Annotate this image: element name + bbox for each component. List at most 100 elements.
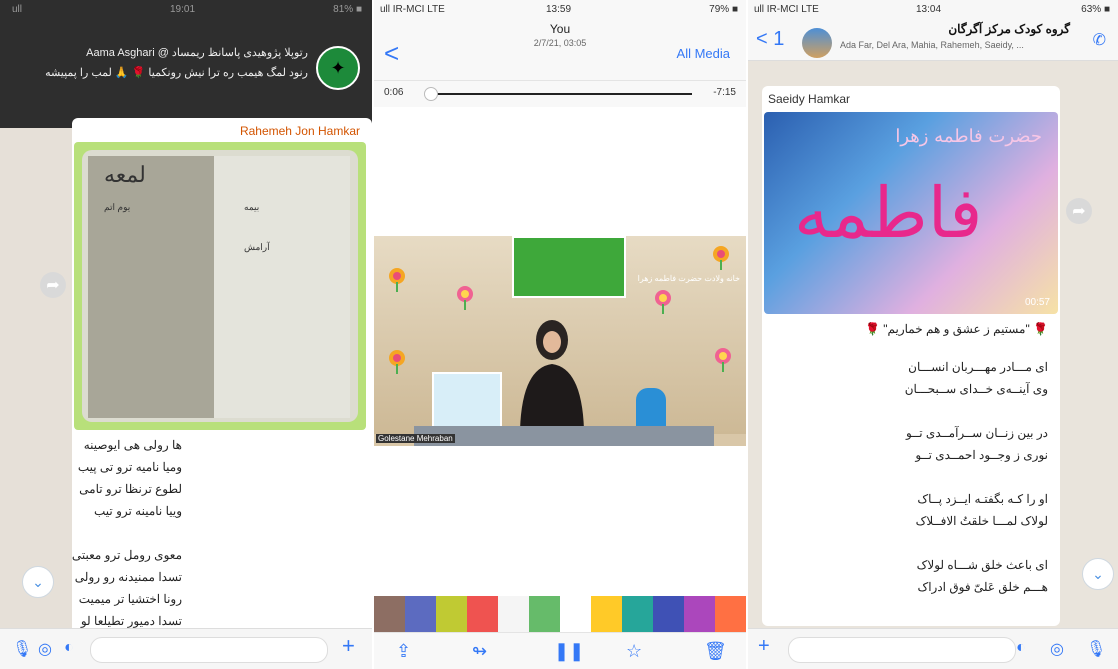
poem-line: هـــم خلق عَلیّ فوق ادراک	[917, 580, 1048, 594]
thumbnail[interactable]	[653, 596, 684, 632]
status-battery: 79% ■	[709, 4, 738, 15]
thumbnail[interactable]	[622, 596, 653, 632]
status-time: 13:59	[546, 4, 572, 15]
sender-name[interactable]: Saeidy Hamkar	[768, 92, 850, 106]
flower-icon	[389, 268, 405, 292]
status-signal: ull IR-MCI LTE	[754, 4, 819, 15]
notification-line-2: رنود لمگ هیمب ره ترا نیش رونکمیا 🌹 🙏 لمب…	[45, 67, 308, 79]
video-caption: Golestane Mehraban	[376, 434, 455, 443]
poem-line: لطوع ترنظا ترو تامی	[79, 482, 182, 496]
status-time: 19:01	[170, 4, 196, 15]
video-channel-tag: خانه ولادت حضرت فاطمه زهرا	[637, 274, 740, 283]
thumbnail[interactable]	[374, 596, 405, 632]
presenter-figure	[520, 320, 584, 430]
elapsed-time: 0:06	[384, 87, 404, 98]
poem-line: 🌹 "مستیم ز عشق و هم خماریم" 🌹	[864, 322, 1048, 336]
status-time: 13:04	[916, 4, 942, 15]
video-scrubber[interactable]: 0:06 -7:15	[374, 80, 746, 107]
media-viewer-panel: ull IR-MCI LTE 13:59 79% ■ < You 2/7/21,…	[374, 0, 746, 669]
forward-icon[interactable]: ➦	[40, 272, 66, 298]
poster-text: یوم اتم	[104, 202, 131, 212]
scrubber-knob[interactable]	[424, 87, 438, 101]
pause-icon[interactable]: ❚❚	[554, 641, 584, 662]
all-media-button[interactable]: All Media	[677, 46, 730, 61]
camera-icon[interactable]: ◎	[1050, 639, 1064, 659]
trash-icon[interactable]: 🗑	[704, 641, 727, 662]
poem-line: معوی رومل ترو معبتی	[71, 548, 182, 562]
flower-icon	[715, 348, 731, 372]
poem-line: نوری ز وجــود احمــدی تــو	[915, 448, 1048, 462]
message-input[interactable]	[788, 637, 1016, 663]
sender-name[interactable]: Rahemeh Jon Hamkar	[240, 124, 360, 138]
poster-calligraphy: فاطمه	[794, 172, 983, 254]
flower-icon	[457, 286, 473, 310]
thumbnail[interactable]	[436, 596, 467, 632]
poem-line: وییا نامینه ترو تیب	[93, 504, 182, 518]
thumbnail[interactable]	[560, 596, 591, 632]
chat-panel-left: ull 19:01 81% ■ ✦ Aama Asghari @ رتوپلا …	[0, 0, 372, 669]
sticker-icon[interactable]: ◐	[64, 639, 74, 657]
video-frame[interactable]: خانه ولادت حضرت فاطمه زهرا Golestane Meh…	[374, 236, 746, 446]
thumbnail[interactable]	[405, 596, 436, 632]
poem-line: تسدا ممنیدنه رو رولی	[74, 570, 182, 584]
media-header: ull IR-MCI LTE 13:59 79% ■ < You 2/7/21,…	[374, 0, 746, 80]
thumbnail[interactable]	[684, 596, 715, 632]
notification-line-1: Aama Asghari @ رتوپلا پژوهیدی پاسانظ ریم…	[86, 47, 308, 59]
thumbnail[interactable]	[591, 596, 622, 632]
share-icon[interactable]: ⇪	[396, 641, 411, 662]
forward-icon[interactable]: ➦	[1066, 198, 1092, 224]
video-table	[414, 426, 714, 446]
chat-header: ull IR-MCI LTE 13:04 63% ■ < 1 گروه کودک…	[748, 0, 1118, 61]
poem-line: ای باعث خلق شـــاه لولاک	[916, 558, 1048, 572]
poem-line: رونا اختشیا تر میمیت	[78, 592, 182, 606]
flower-icon	[389, 350, 405, 374]
plus-icon[interactable]: +	[758, 635, 770, 658]
camera-icon[interactable]: ◎	[38, 639, 52, 659]
media-toolbar: ⇪ ↬ ❚❚ ☆ 🗑	[374, 632, 746, 669]
group-members: Ada Far, Del Ara, Mahia, Rahemeh, Saeidy…	[840, 40, 1024, 50]
video-duration: 00:57	[1024, 297, 1050, 308]
poem-line: تسدا دمیور تطیلعا لو	[80, 614, 182, 628]
poem-line: او را کـه بگفتـه ایــزد پــاک	[917, 492, 1048, 506]
notification-avatar: ✦	[316, 46, 360, 90]
plus-icon[interactable]: +	[342, 633, 355, 659]
poem-line: لولاک لمـــا خلقتُ الافــلاک	[915, 514, 1048, 528]
status-signal: ull IR-MCI LTE	[380, 4, 445, 15]
flower-icon	[655, 290, 671, 314]
status-battery: 63% ■	[1081, 4, 1110, 15]
sticker-icon[interactable]: ◐	[1016, 639, 1026, 657]
poster-header: حضرت فاطمه زهرا	[895, 126, 1042, 147]
add-call-icon[interactable]: ✆	[1093, 30, 1106, 50]
scroll-down-icon[interactable]: ⌄	[1082, 558, 1114, 590]
video-attachment[interactable]: حضرت فاطمه زهرا فاطمه 00:57	[764, 112, 1058, 314]
mic-icon[interactable]: 🎙	[1086, 639, 1106, 659]
thumbnail[interactable]	[529, 596, 560, 632]
scroll-down-icon[interactable]: ⌄	[22, 566, 54, 598]
media-title: You	[549, 22, 571, 36]
input-bar: + ◐ ◎ 🎙	[748, 628, 1118, 669]
poster-text: آرامش	[244, 242, 270, 252]
thumbnail[interactable]	[498, 596, 529, 632]
message-input[interactable]	[90, 637, 328, 663]
chat-panel-right: ull IR-MCI LTE 13:04 63% ■ < 1 گروه کودک…	[748, 0, 1118, 669]
group-title[interactable]: گروه کودک مرکز آگرگان	[840, 22, 1070, 36]
flower-icon	[713, 246, 729, 270]
mic-icon[interactable]: 🎙	[12, 639, 32, 659]
image-attachment[interactable]: لمعه یوم اتم بیمه آرامش	[74, 142, 366, 430]
forward-icon[interactable]: ↬	[472, 641, 487, 662]
group-avatar[interactable]	[802, 28, 832, 58]
poem-line: ومیا نامیه ترو تی پیب	[77, 460, 182, 474]
poem-line: در بین زنــان ســرآمــدی تــو	[906, 426, 1048, 440]
poem-line: ها رولی هی ایوصینه	[83, 438, 182, 452]
scrubber-track[interactable]	[426, 93, 692, 95]
star-icon[interactable]: ☆	[626, 641, 642, 662]
thumbnail[interactable]	[715, 596, 746, 632]
status-battery: 81% ■	[333, 4, 362, 15]
thumbnail[interactable]	[467, 596, 498, 632]
back-button[interactable]: < 1	[756, 28, 784, 51]
status-signal: ull	[12, 4, 23, 15]
thumbnail-strip[interactable]	[374, 596, 746, 632]
video-card-prop	[432, 372, 502, 434]
notification-banner[interactable]: ull 19:01 81% ■ ✦ Aama Asghari @ رتوپلا …	[0, 0, 372, 128]
video-poster-frame	[512, 236, 626, 298]
